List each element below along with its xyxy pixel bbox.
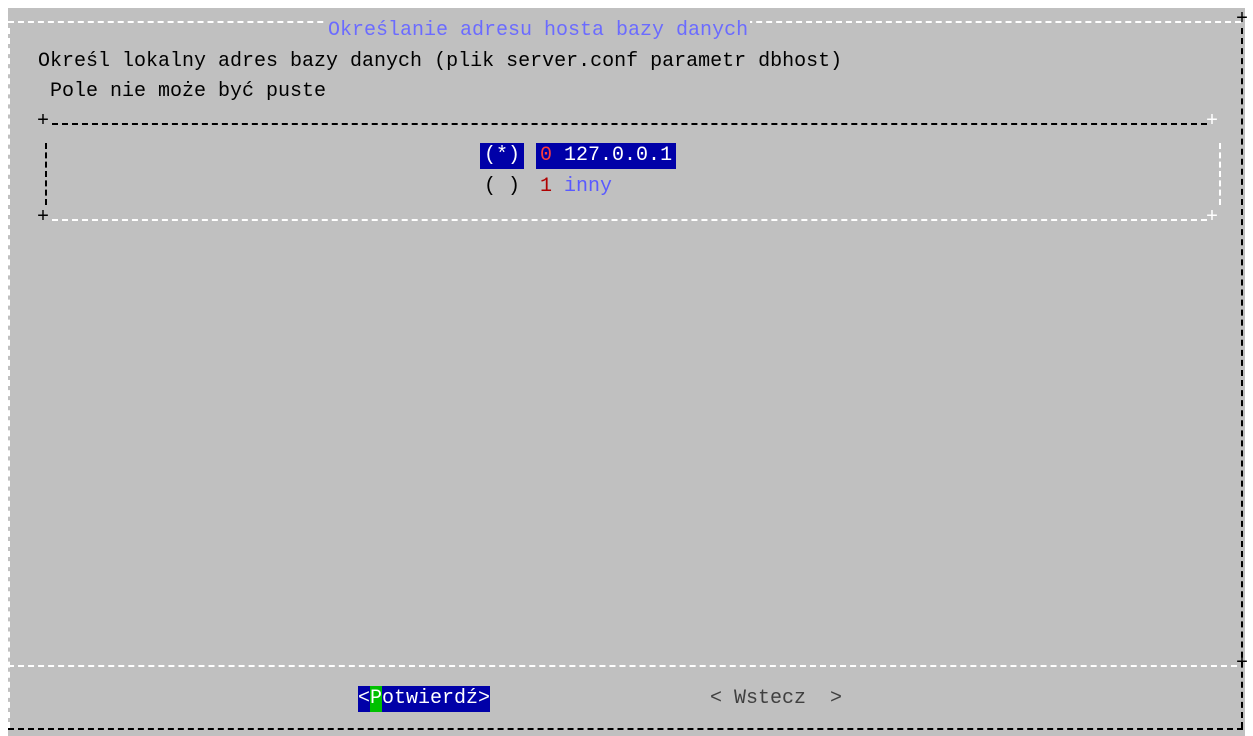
radio-label-text: 127.0.0.1 <box>564 144 673 167</box>
radio-button[interactable]: ( ) <box>480 174 524 200</box>
terminal-screen: + Określanie adresu hosta bazy danych Ok… <box>0 0 1253 736</box>
dialog-prompt: Określ lokalny adres bazy danych (plik s… <box>38 50 843 73</box>
corner-top-right: + <box>1236 8 1249 31</box>
listbox-corner-top-left: + <box>37 110 50 133</box>
listbox-border-bottom <box>52 219 1207 221</box>
listbox-corner-top-right: + <box>1206 110 1219 133</box>
radio-option-label[interactable]: 1 inny <box>536 174 616 200</box>
listbox-border-right <box>1219 143 1221 205</box>
radio-label-text: inny <box>564 175 613 198</box>
listbox-corner-bottom-right: + <box>1206 206 1219 229</box>
dialog-hint: Pole nie może być puste <box>50 80 327 103</box>
radio-option-other[interactable]: ( ) 1 inny <box>480 174 616 200</box>
separator-corner-right: + <box>1236 652 1249 675</box>
button-area-separator <box>8 665 1237 667</box>
back-button[interactable]: < Wstecz > <box>710 686 842 712</box>
radio-option-localhost[interactable]: (*) 0 127.0.0.1 <box>480 143 677 169</box>
confirm-button[interactable]: < Potwierdź > <box>358 686 491 712</box>
radio-hotkey: 1 <box>540 175 553 198</box>
confirm-hotkey: P <box>370 686 383 712</box>
dialog-border-left <box>8 28 10 728</box>
dialog-title: Określanie adresu hosta bazy danych <box>326 19 751 43</box>
radio-button-selected[interactable]: (*) <box>480 143 525 169</box>
dialog-border-bottom <box>8 728 1243 730</box>
radio-option-label[interactable]: 0 127.0.0.1 <box>536 143 677 169</box>
listbox-corner-bottom-left: + <box>37 206 50 229</box>
dialog-border-right <box>1241 28 1243 728</box>
dialog-window: + Określanie adresu hosta bazy danych Ok… <box>8 8 1249 736</box>
listbox-border-left <box>45 143 47 205</box>
radio-hotkey: 0 <box>540 144 553 167</box>
listbox-border-top <box>52 123 1207 125</box>
